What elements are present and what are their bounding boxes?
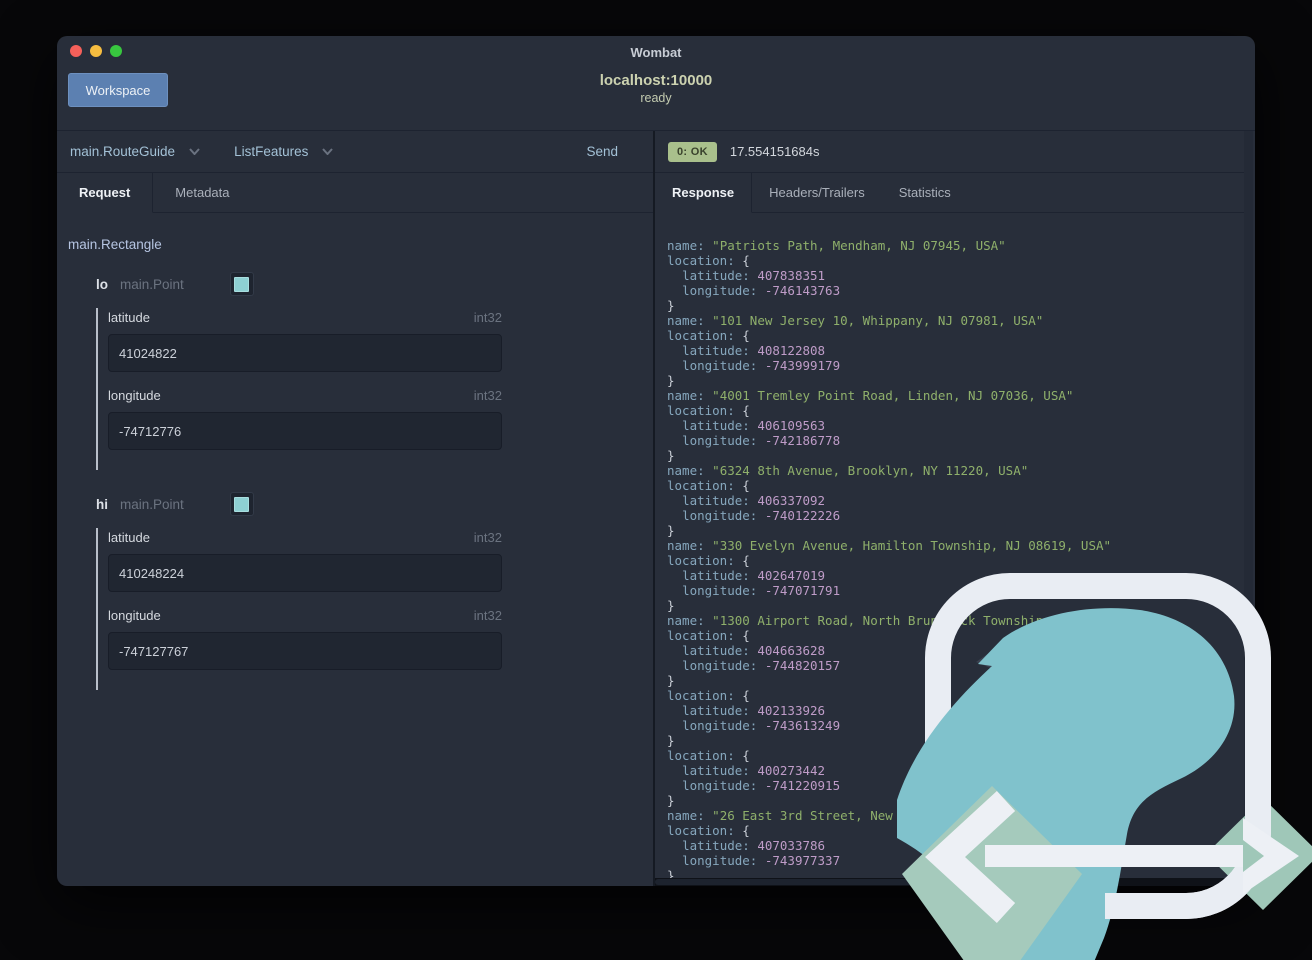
lo-longitude-input[interactable]	[108, 412, 502, 450]
input-label: latitude	[108, 310, 150, 325]
connection-status: ready	[640, 91, 672, 105]
tab-statistics[interactable]: Statistics	[881, 173, 968, 213]
response-body: name: "Patriots Path, Mendham, NJ 07945,…	[667, 238, 1164, 883]
service-select[interactable]: main.RouteGuide	[70, 144, 200, 159]
form-field: latitude int32	[108, 530, 502, 592]
field-group-body: latitude int32 longitude int32	[96, 528, 653, 690]
field-type-label: main.Point	[120, 276, 184, 292]
message-set-checkbox[interactable]	[229, 492, 254, 516]
server-address: localhost:10000	[599, 72, 713, 89]
input-type: int32	[473, 310, 502, 325]
input-label: latitude	[108, 530, 150, 545]
titlebar: Wombat	[57, 36, 1255, 66]
tab-headers-trailers[interactable]: Headers/Trailers	[752, 173, 882, 213]
field-name-label: hi	[96, 496, 108, 512]
field-group-lo: lo main.Point latitude int32 41024822 lo…	[96, 272, 653, 470]
horizontal-scrollbar[interactable]	[655, 878, 1253, 886]
tab-request[interactable]: Request	[57, 173, 154, 213]
tab-filler	[251, 173, 653, 213]
duration-label: 17.554151684s	[729, 144, 820, 159]
field-group-hi: hi main.Point latitude int32 410248224 l…	[96, 492, 653, 690]
service-select-value: main.RouteGuide	[70, 144, 176, 159]
window-title: Wombat	[630, 45, 682, 60]
field-group-header: hi main.Point	[96, 492, 653, 516]
input-label: longitude	[108, 608, 161, 623]
hi-latitude-input[interactable]	[108, 554, 502, 592]
checkbox-checked-indicator	[234, 276, 250, 292]
form-field: latitude int32	[108, 310, 502, 372]
field-group-body: latitude int32 longitude int32	[96, 308, 653, 470]
message-type-label: main.Rectangle	[68, 237, 162, 252]
horizontal-scrollbar-thumb[interactable]	[655, 879, 925, 885]
field-group-header: lo main.Point	[96, 272, 653, 296]
input-label: longitude	[108, 388, 161, 403]
response-toolbar: 0: OK 17.554151684s	[655, 131, 1253, 173]
input-type: int32	[473, 608, 502, 623]
request-panel: main.RouteGuide ListFeatures Send Reques…	[57, 131, 655, 886]
wombat-window: Wombat Workspace localhost:10000 ready m…	[57, 36, 1255, 886]
hi-longitude-input[interactable]	[108, 632, 502, 670]
form-field: longitude int32	[108, 608, 502, 670]
response-panel: 0: OK 17.554151684s Response Headers/Tra…	[655, 131, 1253, 886]
tab-response[interactable]: Response	[655, 173, 753, 213]
request-toolbar: main.RouteGuide ListFeatures Send	[57, 131, 653, 173]
status-badge: 0: OK	[668, 141, 717, 162]
request-form: main.Rectangle lo main.Point latitude in…	[57, 213, 653, 690]
input-type: int32	[473, 530, 502, 545]
checkbox-checked-indicator	[234, 496, 250, 512]
message-set-checkbox[interactable]	[229, 272, 254, 296]
vertical-scrollbar[interactable]	[1244, 131, 1253, 886]
request-tab-bar: Request Metadata	[57, 173, 653, 213]
input-type: int32	[473, 388, 502, 403]
method-select[interactable]: ListFeatures	[234, 144, 334, 159]
chevron-down-icon	[322, 148, 334, 155]
method-select-value: ListFeatures	[234, 144, 309, 159]
response-viewport: name: "Patriots Path, Mendham, NJ 07945,…	[655, 213, 1253, 886]
desktop-background: Wombat Workspace localhost:10000 ready m…	[0, 0, 1312, 960]
send-button[interactable]: Send	[586, 144, 618, 159]
field-type-label: main.Point	[120, 496, 184, 512]
field-name-label: lo	[96, 276, 108, 292]
lo-latitude-input[interactable]	[108, 334, 502, 372]
chevron-down-icon	[189, 148, 200, 155]
tab-metadata[interactable]: Metadata	[153, 173, 252, 213]
server-status-block: localhost:10000 ready	[57, 72, 1255, 105]
main-split: main.RouteGuide ListFeatures Send Reques…	[57, 130, 1255, 886]
tab-filler	[967, 173, 1253, 213]
response-tab-bar: Response Headers/Trailers Statistics	[655, 173, 1253, 213]
form-field: longitude int32	[108, 388, 502, 450]
app-header: Workspace localhost:10000 ready	[57, 66, 1255, 130]
